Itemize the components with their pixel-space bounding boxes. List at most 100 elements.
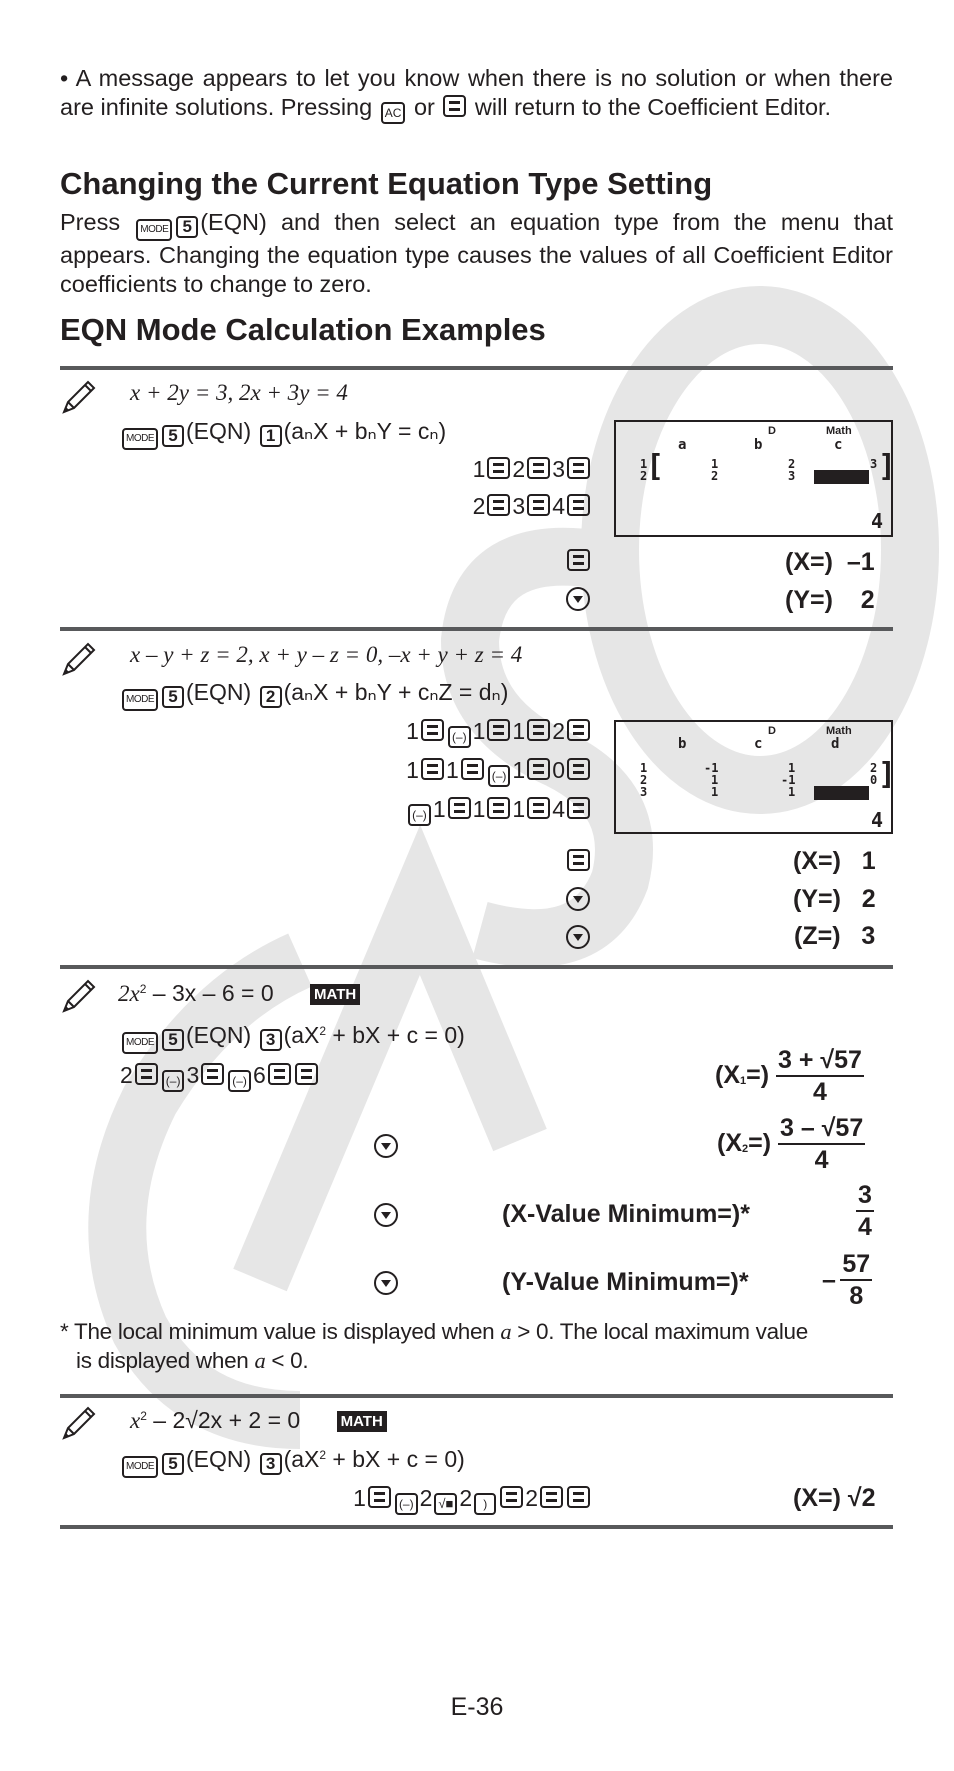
equals-key bbox=[567, 457, 590, 479]
example-2-result-2: (Y=) 2 bbox=[793, 885, 876, 914]
equals-key bbox=[294, 1063, 318, 1085]
math-indicator: Math bbox=[826, 425, 852, 437]
result-value: 3 bbox=[861, 922, 876, 950]
down-arrow-key bbox=[566, 587, 590, 611]
footnote-text: < 0. bbox=[265, 1347, 309, 1373]
negative-key: (–) bbox=[161, 1070, 185, 1092]
example-4-result-1: (X=) √2 bbox=[793, 1484, 876, 1513]
example-2-result-3: (Z=) 3 bbox=[794, 922, 875, 951]
equals-key bbox=[201, 1063, 225, 1085]
key-1: 1 bbox=[259, 425, 282, 447]
column-header-b: b bbox=[678, 736, 687, 752]
equals-key bbox=[567, 758, 590, 780]
footnote-text: * The local minimum value is displayed w… bbox=[60, 1319, 495, 1344]
intro-paragraph: • A message appears to let you know when… bbox=[60, 64, 893, 124]
example-3-equation: 2x2 – 3x – 6 = 0 MATH bbox=[118, 980, 361, 1007]
equation-text: – 3x – 6 = 0 bbox=[146, 980, 274, 1006]
key-5: 5 bbox=[162, 425, 184, 447]
eqn-label: (EQN) bbox=[186, 679, 252, 705]
example-3-result-4-value: – 57 8 bbox=[822, 1249, 873, 1311]
input-value: 2 bbox=[512, 456, 526, 482]
down-arrow-key bbox=[374, 1203, 398, 1227]
matrix-cell: 3 bbox=[788, 469, 796, 483]
footnote: * The local minimum value is displayed w… bbox=[60, 1318, 893, 1375]
equals-key bbox=[443, 94, 467, 117]
mode-key: MODE bbox=[122, 1032, 158, 1054]
matrix-cell: 1 bbox=[711, 785, 719, 799]
input-line-value: 4 bbox=[870, 808, 883, 832]
column-header-d: d bbox=[831, 736, 840, 752]
result-fraction: 3 + √57 4 bbox=[776, 1046, 864, 1106]
equals-key bbox=[487, 719, 511, 741]
mode-key: MODE bbox=[122, 689, 158, 711]
example-3-result-key-3 bbox=[372, 1203, 400, 1230]
example-1-input-row-2: 234 bbox=[473, 493, 592, 520]
example-1-equation: x + 2y = 3, 2x + 3y = 4 bbox=[130, 380, 348, 406]
column-header-a: a bbox=[678, 437, 687, 453]
example-1-result-2: (Y=) 2 bbox=[785, 586, 875, 615]
math-mode-badge: MATH bbox=[336, 1411, 387, 1432]
input-value: 3 bbox=[552, 456, 565, 482]
equals-key bbox=[527, 719, 551, 741]
mode-key: MODE bbox=[122, 428, 158, 450]
matrix-cell: 0 bbox=[870, 773, 878, 787]
negative-key: (–) bbox=[228, 1070, 251, 1092]
example-2-result-key-2 bbox=[564, 887, 592, 914]
equals-key bbox=[487, 457, 511, 479]
negative-key: (–) bbox=[487, 765, 511, 787]
input-cursor bbox=[814, 470, 869, 484]
section-heading-change-type: Changing the Current Equation Type Setti… bbox=[60, 166, 713, 201]
example-4-input-row: 1 (–) 2 √■ 2) 2 bbox=[353, 1485, 592, 1515]
eqn-label: (EQN) bbox=[186, 1022, 252, 1048]
divider bbox=[60, 1525, 893, 1529]
equation-text: x + 2y = 3, 2x + 3y = 4 bbox=[130, 380, 348, 405]
result-value: 2 bbox=[861, 885, 876, 913]
input-value: 2 bbox=[120, 1062, 133, 1088]
change-type-paragraph: Press MODE 5 (EQN) and then select an equa… bbox=[60, 208, 893, 298]
matrix-cell: 2 bbox=[711, 469, 719, 483]
example-2-key-sequence: MODE 5 (EQN) 2 (aₙX + bₙY + cₙZ = dₙ) bbox=[120, 679, 508, 711]
example-4-equation: x2 – 2√2x + 2 = 0 MATH bbox=[130, 1407, 387, 1434]
minus-sign: – bbox=[822, 1265, 836, 1294]
row-number: 3 bbox=[640, 785, 648, 799]
example-3-result-1: (X1=) 3 + √57 4 bbox=[715, 1045, 864, 1107]
intro-text-b: will return to the Coefficient Editor. bbox=[474, 93, 832, 120]
equation-text: – 2√2x + 2 = 0 bbox=[146, 1407, 301, 1433]
equation-type-label: (aX2 + bX + c = 0) bbox=[283, 1446, 465, 1472]
variable-a: a bbox=[500, 1319, 512, 1344]
equals-key bbox=[567, 1486, 590, 1508]
divider bbox=[60, 366, 893, 370]
pencil-icon bbox=[62, 1406, 96, 1440]
mode-key: MODE bbox=[136, 219, 173, 241]
example-1-result-1: (X=) –1 bbox=[785, 548, 875, 577]
equals-key bbox=[487, 797, 511, 819]
page-number: E-36 bbox=[450, 1693, 504, 1721]
equals-key bbox=[420, 758, 444, 780]
equals-key bbox=[567, 549, 590, 571]
calculator-display-2: D Math b c d 1 2 3 -1 1 1 1 -1 1 2 0 ] 4 bbox=[614, 720, 897, 834]
math-mode-badge: MATH bbox=[310, 984, 361, 1005]
pencil-icon bbox=[62, 642, 96, 676]
degree-indicator: D bbox=[768, 725, 776, 737]
example-3-result-key-2 bbox=[372, 1134, 400, 1161]
ac-key: AC bbox=[380, 101, 406, 124]
press-text: Press bbox=[60, 209, 121, 235]
equals-key bbox=[487, 494, 511, 516]
calculator-display-1: D Math a b c 1 2 [ 1 2 2 3 3 ] 4 bbox=[614, 420, 896, 537]
matrix-cell: 3 bbox=[870, 457, 878, 471]
input-line-value: 4 bbox=[870, 509, 883, 533]
example-2-result-key-1 bbox=[565, 849, 592, 874]
example-2-input-row-1: 1 (–) 1 1 2 bbox=[406, 718, 592, 748]
column-header-b: b bbox=[754, 437, 763, 453]
result-value: √2 bbox=[847, 1484, 876, 1512]
equation-text: x – y + z = 2, x + y – z = 0, –x + y + z… bbox=[130, 642, 523, 667]
equals-key bbox=[500, 1486, 524, 1508]
matrix-bracket-right: ] bbox=[878, 757, 897, 792]
matrix-cell: 1 bbox=[788, 785, 796, 799]
result-value: 1 bbox=[861, 847, 876, 875]
example-3-result-4-label: (Y-Value Minimum=)* bbox=[502, 1268, 749, 1296]
result-fraction: 3 – √57 4 bbox=[778, 1114, 866, 1174]
example-1-input-row-1: 123 bbox=[473, 456, 592, 483]
down-arrow-key bbox=[566, 925, 590, 949]
square-root-key: √■ bbox=[434, 1493, 458, 1515]
